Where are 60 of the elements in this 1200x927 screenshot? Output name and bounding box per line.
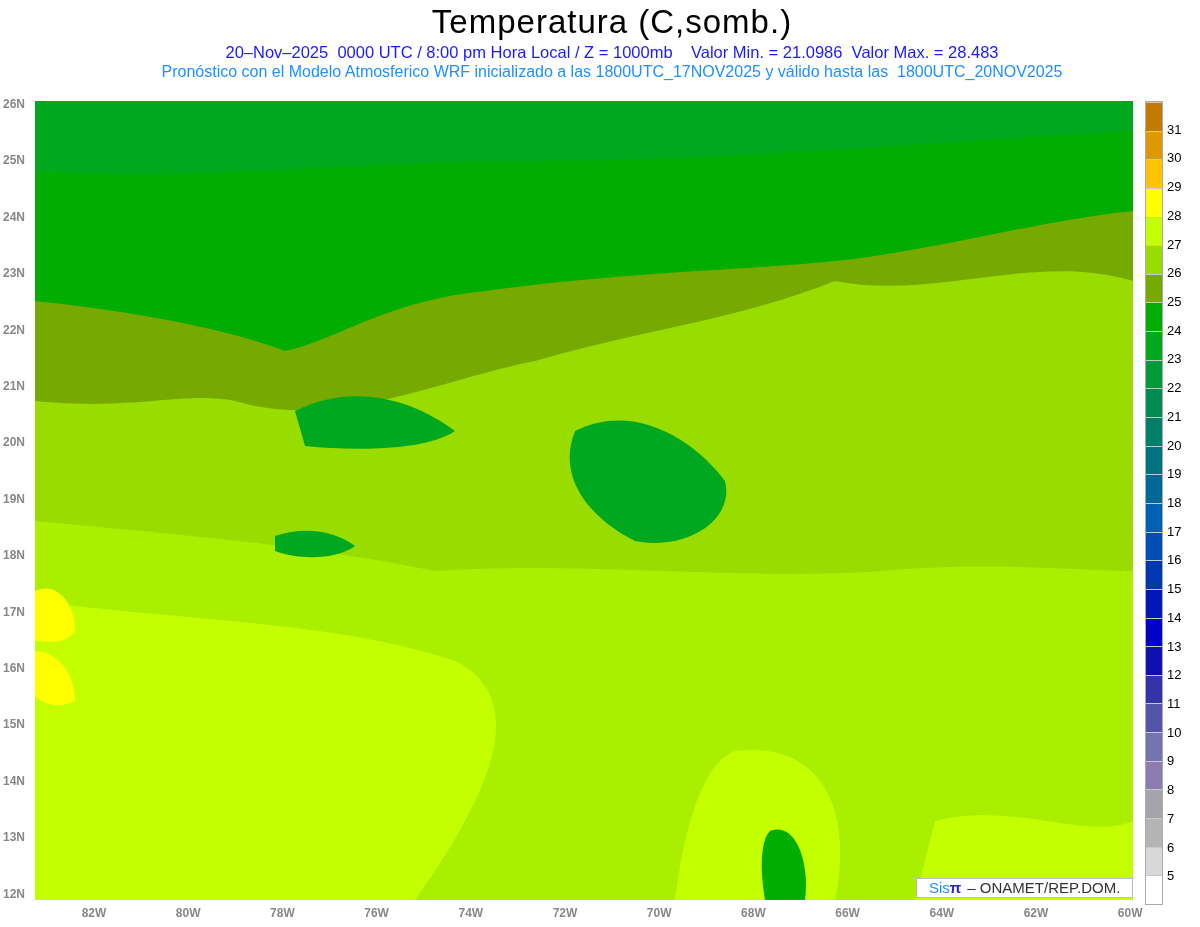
scale-label: 21 xyxy=(1167,409,1182,424)
latitude-label: 14N xyxy=(3,773,25,788)
longitude-label: 66W xyxy=(834,906,861,920)
scale-label: 13 xyxy=(1167,639,1182,654)
scale-label: 9 xyxy=(1167,754,1175,769)
scale-label: 11 xyxy=(1167,697,1181,711)
latitude-label: 23N xyxy=(3,266,25,281)
latitude-label: 12N xyxy=(3,886,25,901)
scale-label: 7 xyxy=(1167,811,1175,826)
scale-label: 20 xyxy=(1167,438,1182,453)
scale-label: 19 xyxy=(1167,467,1182,482)
scale-label: 28 xyxy=(1167,208,1182,223)
scale-label: 15 xyxy=(1167,582,1182,597)
latitude-label: 25N xyxy=(3,153,25,168)
latitude-label: 13N xyxy=(3,830,25,845)
scale-label: 5 xyxy=(1167,869,1175,884)
longitude-label: 82W xyxy=(80,906,108,920)
longitude-label: 74W xyxy=(457,906,485,920)
chart-title: Temperatura (C,somb.) xyxy=(431,2,793,42)
scale-label: 30 xyxy=(1167,151,1182,166)
scale-label: 14 xyxy=(1167,610,1182,625)
latitude-label: 19N xyxy=(3,491,25,506)
scale-label: 29 xyxy=(1167,180,1182,195)
scale-label: 10 xyxy=(1167,725,1182,740)
brand-text: Sis xyxy=(929,877,950,898)
scale-label: 12 xyxy=(1167,668,1182,683)
scale-label: 27 xyxy=(1167,237,1182,252)
latitude-label: 21N xyxy=(3,379,25,393)
longitude-label: 68W xyxy=(740,906,767,920)
latitude-label: 17N xyxy=(3,604,25,619)
longitude-label: 78W xyxy=(269,906,296,920)
scale-label: 26 xyxy=(1167,266,1182,281)
longitude-label: 64W xyxy=(928,906,956,920)
longitude-label: 80W xyxy=(174,906,202,920)
longitude-label: 70W xyxy=(645,906,673,920)
longitude-label: 62W xyxy=(1022,906,1050,920)
scale-label: 18 xyxy=(1167,496,1182,510)
latitude-label: 20N xyxy=(3,435,25,450)
scale-label: 31 xyxy=(1167,122,1182,137)
scale-label: 17 xyxy=(1167,524,1182,539)
scale-label: 8 xyxy=(1167,783,1175,798)
pi-symbol: π xyxy=(949,877,962,898)
latitude-label: 15N xyxy=(3,717,25,732)
latitude-label: 22N xyxy=(3,322,25,337)
description: Pronóstico con el Modelo Atmosferico WRF inicializado a las 1800UTC_17NOV2025 y válido hasta las 1800UTC_20NOV2025 xyxy=(161,62,1063,82)
scale-label: 22 xyxy=(1167,381,1182,396)
latitude-label: 24N xyxy=(3,209,25,224)
scale-label: 25 xyxy=(1167,295,1182,309)
longitude-label: 72W xyxy=(551,906,579,920)
latitude-label: 16N xyxy=(3,661,25,675)
latitude-label: 18N xyxy=(3,548,25,563)
longitude-label: 60W xyxy=(1116,906,1144,920)
credit-text: – ONAMET/REP.DOM. xyxy=(967,877,1121,898)
latitude-label: 26N xyxy=(3,97,25,111)
scale-label: 16 xyxy=(1167,553,1182,568)
scale-label: 23 xyxy=(1167,352,1182,367)
scale-label: 24 xyxy=(1167,323,1182,338)
subtitle: 20–Nov–2025 0000 UTC / 8:00 pm Hora Local / Z = 1000mb Valor Min. = 21.0986 Valor Max. = 28.483 xyxy=(225,42,999,62)
scale-label: 6 xyxy=(1167,840,1175,855)
longitude-label: 76W xyxy=(363,906,390,920)
